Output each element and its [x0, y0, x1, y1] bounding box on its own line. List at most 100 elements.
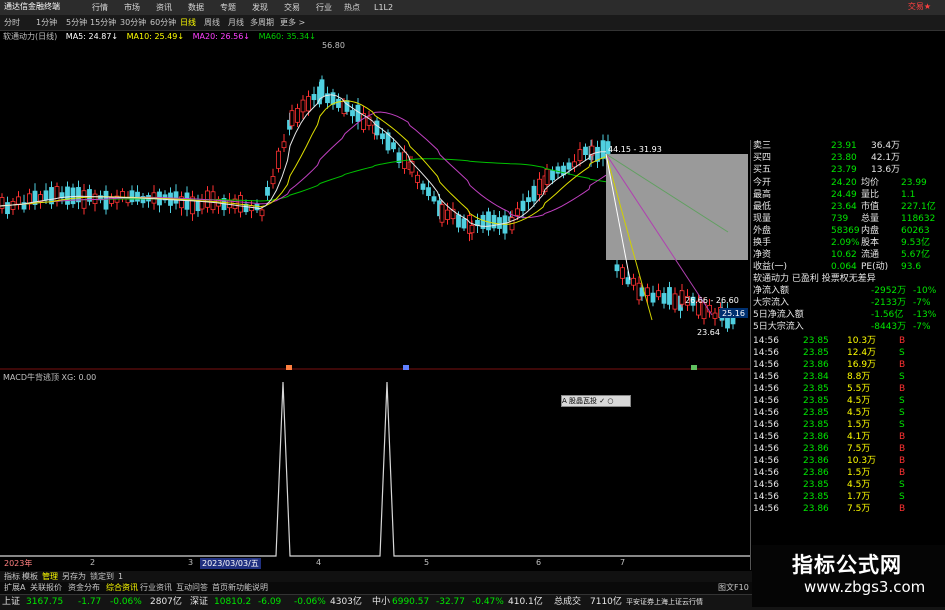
period-fenshi[interactable]: 分时	[4, 17, 20, 28]
floating-toolbar[interactable]: A 股晶瓦投 ✓ ○	[561, 395, 631, 407]
stat-label: 股本	[861, 238, 880, 248]
candle	[491, 209, 497, 232]
index-value: 6990.57	[392, 597, 430, 607]
candle	[265, 180, 270, 201]
indicator-legend: MACD牛背逃顶 XG: 0.00	[3, 372, 96, 382]
trade-button[interactable]: 交易★	[908, 1, 931, 12]
date-label: 3	[188, 558, 194, 567]
period-toolbar: 分时 1分钟 5分钟 15分钟 30分钟 60分钟 日线 周线 月线 多周期 更…	[0, 15, 945, 31]
candle	[281, 133, 287, 153]
stat-label: 最低	[753, 202, 772, 212]
tick-price: 23.86	[803, 468, 829, 478]
date-label: 4	[316, 558, 322, 567]
date-label: 2	[90, 558, 96, 567]
stat-label: 净资	[753, 250, 772, 260]
menu-item[interactable]: 热点	[344, 1, 360, 14]
flow-header: 软通动力 已盈利 投票权无差异	[753, 274, 876, 284]
menu-item[interactable]: 行情	[92, 1, 108, 14]
candle	[330, 88, 336, 110]
index-pct: -0.06%	[110, 597, 142, 607]
date-label: 7	[620, 558, 626, 567]
candle	[289, 104, 295, 130]
tick-volume: 5.5万	[847, 384, 871, 394]
tab-page[interactable]: 1	[118, 571, 123, 582]
tick-volume: 4.1万	[847, 432, 871, 442]
tab-indicator[interactable]: 指标	[4, 571, 20, 582]
tick-volume: 1.5万	[847, 468, 871, 478]
stat-row: 今开 24.20 均价 23.99	[751, 177, 945, 189]
menu-item[interactable]: L1L2	[374, 1, 393, 14]
index-name[interactable]: 中小	[372, 596, 390, 609]
tab-lock[interactable]: 锁定到	[90, 571, 114, 582]
kline-chart[interactable]: 56.80 44.15 - 31.93 26.66 - 26.60 23.64 …	[0, 30, 750, 370]
tab-f10[interactable]: 图文F10	[718, 582, 749, 593]
period-30min[interactable]: 30分钟	[120, 17, 146, 28]
total-turnover-label: 总成交	[554, 597, 582, 607]
stat-label: 今开	[753, 178, 772, 188]
menu-item[interactable]: 交易	[284, 1, 300, 14]
period-1min[interactable]: 1分钟	[36, 17, 57, 28]
tick-price: 23.86	[803, 504, 829, 514]
stat-row: 收益(一) 0.064 PE(动) 93.6	[751, 261, 945, 273]
tab-fund-dist[interactable]: 资金分布	[68, 582, 100, 593]
period-daily[interactable]: 日线	[180, 17, 196, 28]
index-value: 3167.75	[26, 597, 64, 607]
tab-new-features[interactable]: 首页新功能说明	[212, 582, 268, 593]
menu-item[interactable]: 数据	[188, 1, 204, 14]
menu-item[interactable]: 专题	[220, 1, 236, 14]
tick-volume: 4.5万	[847, 480, 871, 490]
candle	[146, 192, 151, 208]
stat-label: 流通	[861, 250, 880, 260]
date-axis: 2023年 2 3 2023/03/03/五 4 5 6 7	[0, 558, 750, 570]
candle	[221, 194, 227, 216]
indicator-chart[interactable]: MACD牛背逃顶 XG: 0.00 1.000.900.800.700.600.…	[0, 370, 750, 570]
selection-box[interactable]	[606, 154, 748, 260]
stat-row: 最高 24.49 量比 1.1	[751, 189, 945, 201]
tab-news[interactable]: 综合资讯	[106, 582, 138, 593]
tab-manage[interactable]: 管理	[42, 571, 58, 582]
tick-side: S	[899, 420, 905, 430]
menu-item[interactable]: 发现	[252, 1, 268, 14]
order-book-row: 买四 23.80 42.1万	[751, 152, 945, 164]
index-name[interactable]: 上证	[2, 596, 20, 609]
stat-label: 均价	[861, 178, 880, 188]
period-monthly[interactable]: 月线	[228, 17, 244, 28]
index-name[interactable]: 深证	[190, 596, 208, 609]
stat-value: 24.20	[831, 178, 857, 188]
period-5min[interactable]: 5分钟	[66, 17, 87, 28]
stat-value: 58369	[831, 226, 860, 236]
flow-label: 大宗流入	[753, 298, 790, 308]
title-bar: 通达信金融终端 行情 市场 资讯 数据 专题 发现 交易 行业 热点 L1L2 …	[0, 0, 945, 16]
candle	[431, 190, 437, 205]
period-60min[interactable]: 60分钟	[150, 17, 176, 28]
tick-side: S	[899, 348, 905, 358]
menu-item[interactable]: 行业	[316, 1, 332, 14]
tab-template[interactable]: 模板	[22, 571, 38, 582]
tab-qa[interactable]: 互动问答	[176, 582, 208, 593]
candle	[103, 185, 109, 215]
period-15min[interactable]: 15分钟	[90, 17, 116, 28]
candle	[32, 183, 38, 210]
candle	[135, 185, 140, 205]
candle	[259, 206, 265, 222]
tick-row: 14:56 23.86 10.3万 B	[751, 455, 945, 467]
period-weekly[interactable]: 周线	[204, 17, 220, 28]
tab-ext-a[interactable]: 扩展A	[4, 582, 25, 593]
tab-industry-news[interactable]: 行业资讯	[140, 582, 172, 593]
menu-item[interactable]: 资讯	[156, 1, 172, 14]
tick-price: 23.86	[803, 432, 829, 442]
period-more[interactable]: 更多 >	[280, 17, 305, 28]
order-book-row: 卖三 23.91 36.4万	[751, 140, 945, 152]
period-multi[interactable]: 多周期	[250, 17, 274, 28]
flow-pct: -7%	[913, 322, 931, 332]
menu-item[interactable]: 市场	[124, 1, 140, 14]
candle	[179, 191, 184, 216]
date-label: 2023年	[4, 559, 33, 568]
tab-related-quote[interactable]: 关联报价	[30, 582, 62, 593]
tick-price: 23.85	[803, 336, 829, 346]
tab-save-as[interactable]: 另存为	[62, 571, 86, 582]
stat-row: 最低 23.64 市值 227.1亿	[751, 201, 945, 213]
tick-side: S	[899, 480, 905, 490]
stat-value: 9.53亿	[901, 238, 931, 248]
stat-label: 市值	[861, 202, 880, 212]
